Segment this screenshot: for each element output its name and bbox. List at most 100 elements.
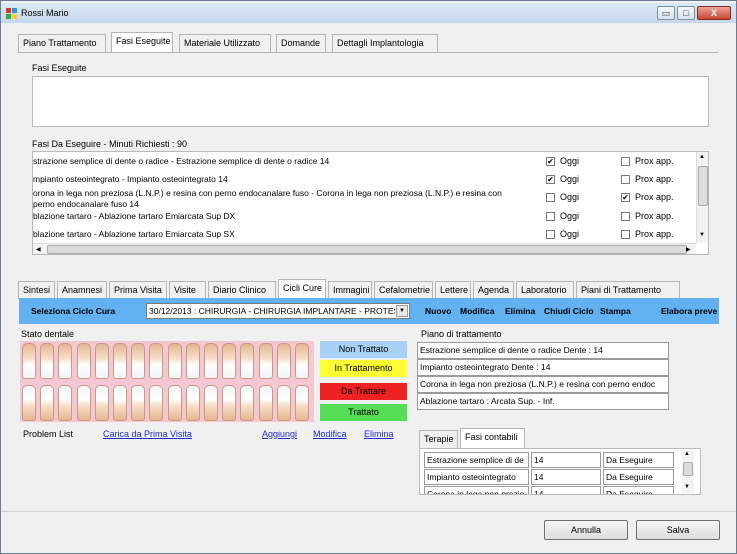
fc-dente-cell[interactable]: 14 (531, 469, 601, 485)
tooth[interactable] (204, 385, 218, 421)
oggi-checkbox[interactable] (546, 230, 555, 239)
tooth[interactable] (131, 385, 146, 421)
piano-item[interactable]: Corona in lega non preziosa (L.N.P.) e r… (417, 376, 669, 393)
chevron-down-icon[interactable]: ▼ (396, 305, 408, 317)
elimina-link[interactable]: Elimina (364, 429, 394, 439)
tab-anamnesi[interactable]: Anamnesi (57, 281, 107, 299)
tab-fasi-contabili[interactable]: Fasi contabili (460, 428, 525, 448)
tooth[interactable] (58, 385, 73, 421)
nuovo-button[interactable]: Nuovo (425, 306, 451, 316)
tab-cefalometrie[interactable]: Cefalometrie (374, 281, 433, 299)
tooth[interactable] (40, 385, 55, 421)
scroll-thumb[interactable] (683, 462, 693, 476)
close-button[interactable]: X (697, 6, 731, 20)
tooth[interactable] (22, 343, 36, 379)
annulla-button[interactable]: Annulla (544, 520, 628, 540)
tooth[interactable] (40, 343, 55, 379)
tab-prima-visita[interactable]: Prima Visita (109, 281, 167, 299)
elabora-preventivo-button[interactable]: Elabora preve (661, 306, 717, 316)
fc-desc-cell[interactable]: Impianto osteointegrato (424, 469, 529, 485)
scroll-up-icon[interactable]: ▲ (699, 154, 705, 160)
scroll-down-icon[interactable]: ▼ (699, 232, 705, 238)
list-item[interactable]: orona in lega non preziosa (L.N.P.) e re… (33, 187, 693, 209)
prox-checkbox[interactable]: ✔ (621, 193, 630, 202)
tooth[interactable] (167, 385, 182, 421)
tab-fasi-eseguite[interactable]: Fasi Eseguite (111, 32, 173, 52)
hscroll-thumb[interactable] (47, 245, 687, 254)
fc-dente-cell[interactable]: 14 (531, 452, 601, 468)
tooth[interactable] (240, 385, 255, 421)
horizontal-scrollbar[interactable]: ◀ ▶ (33, 243, 696, 254)
scroll-down-icon[interactable]: ▼ (684, 484, 690, 490)
dental-chart[interactable] (20, 341, 314, 422)
tab-lettere[interactable]: Lettere (435, 281, 471, 299)
oggi-checkbox[interactable] (546, 193, 555, 202)
tab-materiale-utilizzato[interactable]: Materiale Utilizzato (179, 34, 271, 52)
tooth[interactable] (222, 385, 237, 421)
tooth[interactable] (240, 343, 255, 379)
modifica-link[interactable]: Modifica (313, 429, 347, 439)
prox-checkbox[interactable] (621, 230, 630, 239)
tab-agenda[interactable]: Agenda (473, 281, 514, 299)
salva-button[interactable]: Salva (636, 520, 720, 540)
oggi-checkbox[interactable]: ✔ (546, 175, 555, 184)
piano-item[interactable]: Estrazione semplice di dente o radice De… (417, 342, 669, 359)
oggi-checkbox[interactable] (546, 212, 555, 221)
scroll-thumb[interactable] (698, 166, 708, 206)
tooth[interactable] (276, 343, 291, 379)
fc-stato-cell[interactable]: Da Eseguire (603, 452, 674, 468)
tooth[interactable] (76, 343, 91, 379)
tooth[interactable] (131, 343, 146, 379)
fc-scrollbar[interactable]: ▲ ▼ (682, 451, 694, 493)
tab-piano-trattamento[interactable]: Piano Trattamento (18, 34, 106, 52)
carica-prima-visita-link[interactable]: Carica da Prima Visita (103, 429, 192, 439)
tooth[interactable] (149, 343, 164, 379)
tooth[interactable] (258, 343, 273, 379)
fasi-da-eseguire-list[interactable]: strazione semplice di dente o radice - E… (32, 151, 709, 255)
piano-item[interactable]: Ablazione tartaro : Arcata Sup. - Inf. (417, 393, 669, 410)
tooth[interactable] (204, 343, 218, 379)
tab-sintesi[interactable]: Sintesi (18, 281, 55, 299)
tooth[interactable] (276, 385, 291, 421)
fc-stato-cell[interactable]: Da Eseguire (603, 469, 674, 485)
prox-checkbox[interactable] (621, 175, 630, 184)
tooth[interactable] (185, 385, 200, 421)
modifica-button[interactable]: Modifica (460, 306, 494, 316)
tooth[interactable] (149, 385, 164, 421)
piano-item[interactable]: Impianto osteointegrato Dente : 14 (417, 359, 669, 376)
prox-checkbox[interactable] (621, 212, 630, 221)
tab-immagini[interactable]: Immagini (328, 281, 372, 299)
tooth[interactable] (295, 385, 309, 421)
tooth[interactable] (58, 343, 73, 379)
list-item[interactable]: blazione tartaro - Ablazione tartaro Emi… (33, 210, 693, 224)
tooth[interactable] (222, 343, 237, 379)
fc-desc-cell[interactable]: Estrazione semplice di de (424, 452, 529, 468)
tab-visite[interactable]: Visite (169, 281, 206, 299)
tooth[interactable] (94, 343, 109, 379)
elimina-button[interactable]: Elimina (505, 306, 535, 316)
stampa-button[interactable]: Stampa (600, 306, 631, 316)
fasi-eseguite-list[interactable] (32, 76, 709, 127)
fc-stato-cell[interactable]: Da Eseguire (603, 486, 674, 494)
scroll-up-icon[interactable]: ▲ (684, 451, 690, 457)
vertical-scrollbar[interactable]: ▲ ▼ (696, 152, 708, 243)
tooth[interactable] (185, 343, 200, 379)
tooth[interactable] (167, 343, 182, 379)
list-item[interactable]: strazione semplice di dente o radice - E… (33, 155, 693, 169)
list-item[interactable]: mpianto osteointegrato - Impianto osteoi… (33, 173, 693, 187)
tooth[interactable] (113, 343, 127, 379)
aggiungi-link[interactable]: Aggiungi (262, 429, 297, 439)
ciclo-select[interactable]: 30/12/2013 : CHIRURGIA - CHIRURGIA IMPLA… (146, 303, 410, 319)
tooth[interactable] (22, 385, 36, 421)
scroll-right-icon[interactable]: ▶ (686, 246, 691, 253)
tooth[interactable] (295, 343, 309, 379)
tab-diario-clinico[interactable]: Diario Clinico (208, 281, 276, 299)
tab-laboratorio[interactable]: Laboratorio (516, 281, 574, 299)
tab-piani-di-trattamento[interactable]: Piani di Trattamento (576, 281, 680, 299)
chiudi-ciclo-button[interactable]: Chiudi Ciclo (544, 306, 594, 316)
minimize-button[interactable]: ▭ (657, 6, 675, 20)
tooth[interactable] (113, 385, 127, 421)
tooth[interactable] (76, 385, 91, 421)
tooth[interactable] (94, 385, 109, 421)
fc-desc-cell[interactable]: Corona in lega non prezio (424, 486, 529, 494)
